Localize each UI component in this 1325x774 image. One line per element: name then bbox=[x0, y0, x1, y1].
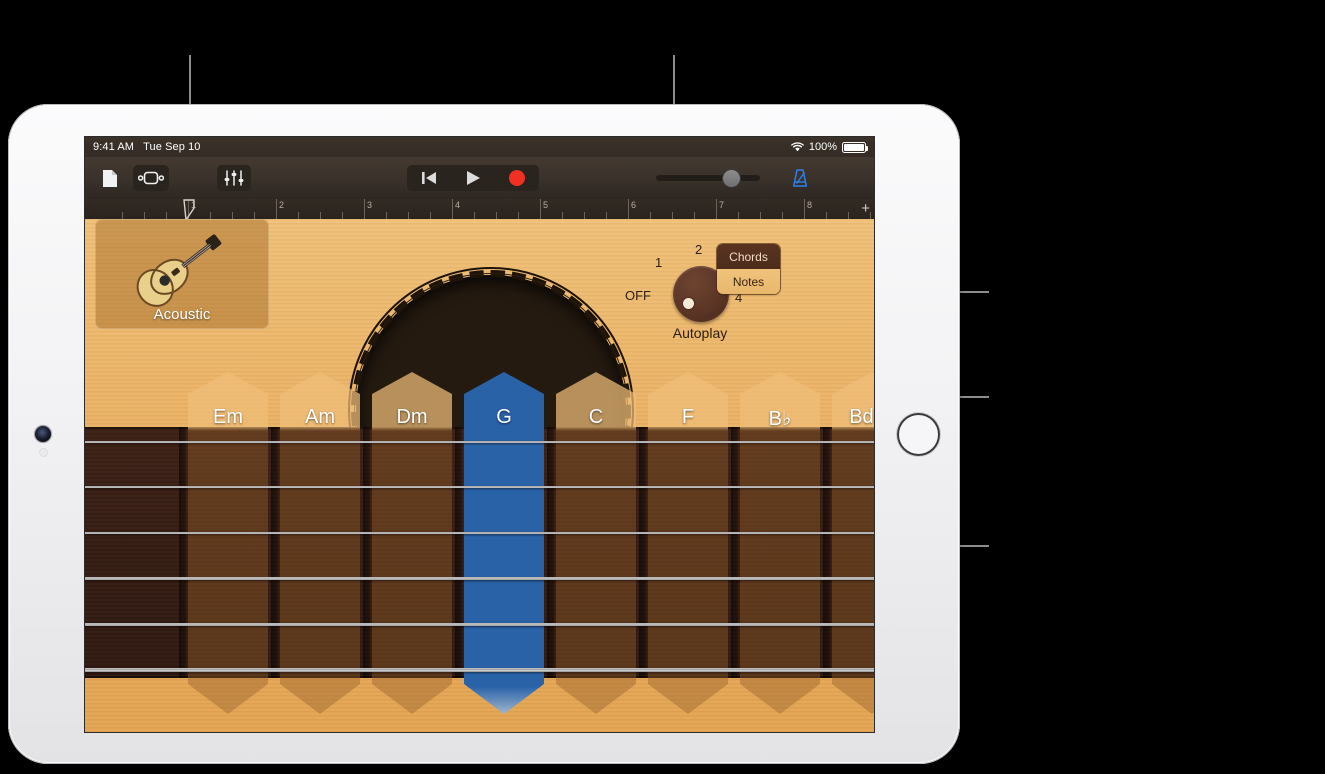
ruler-tick bbox=[166, 212, 167, 219]
front-camera-icon bbox=[35, 426, 51, 442]
screenshot-root: 9:41 AM Tue Sep 10 100% 1 2 3 4 5 6 7 8 … bbox=[0, 0, 1325, 774]
chord-label: Am bbox=[305, 406, 335, 428]
ruler-tick bbox=[408, 212, 409, 219]
ruler-tick bbox=[254, 212, 255, 219]
ruler-tick bbox=[298, 212, 299, 219]
ruler-tick bbox=[474, 212, 475, 219]
fret-line bbox=[455, 427, 462, 678]
transport-controls bbox=[407, 165, 539, 191]
ambient-sensor-icon bbox=[40, 449, 47, 456]
fret-line bbox=[179, 427, 186, 678]
fret-line bbox=[731, 427, 738, 678]
ruler-tick bbox=[562, 212, 563, 219]
track-view-icon[interactable] bbox=[133, 165, 169, 191]
ruler-bar-line bbox=[452, 199, 453, 219]
ruler-tick bbox=[694, 212, 695, 219]
fret-line bbox=[547, 427, 554, 678]
chord-label: Em bbox=[213, 406, 243, 428]
ruler-tick bbox=[430, 212, 431, 219]
battery-icon bbox=[842, 141, 868, 153]
ruler-tick bbox=[584, 212, 585, 219]
ruler-tick bbox=[232, 212, 233, 219]
document-icon[interactable] bbox=[95, 165, 125, 191]
ruler-bar-number: 8 bbox=[807, 200, 813, 210]
guitar-string-1[interactable] bbox=[85, 441, 874, 443]
ruler-tick bbox=[496, 212, 497, 219]
ruler-tick bbox=[210, 212, 211, 219]
ruler-bar-line bbox=[628, 199, 629, 219]
guitar-string-6[interactable] bbox=[85, 668, 874, 673]
home-button[interactable] bbox=[897, 413, 940, 456]
status-date: Tue Sep 10 bbox=[143, 141, 201, 153]
mixer-sliders-icon[interactable] bbox=[217, 165, 251, 191]
ruler-bar-number: 7 bbox=[719, 200, 725, 210]
chord-label: C bbox=[588, 406, 604, 428]
ruler-tick bbox=[672, 212, 673, 219]
ruler-bar-number: 2 bbox=[279, 200, 285, 210]
ipad-screen: 9:41 AM Tue Sep 10 100% 1 2 3 4 5 6 7 8 … bbox=[85, 137, 874, 732]
record-icon[interactable] bbox=[495, 165, 539, 191]
guitar-instrument-area: Acoustic OFF 1 2 3 4 Autoplay Chords Not… bbox=[85, 219, 874, 732]
fret-line bbox=[271, 427, 278, 678]
ruler-tick bbox=[342, 212, 343, 219]
status-bar-left: 9:41 AM Tue Sep 10 bbox=[93, 141, 201, 153]
battery-percent: 100% bbox=[808, 141, 837, 153]
rewind-to-start-icon[interactable] bbox=[407, 165, 451, 191]
ruler-tick bbox=[606, 212, 607, 219]
ruler-tick bbox=[144, 212, 145, 219]
wifi-icon bbox=[791, 142, 804, 152]
ruler-bar-line bbox=[540, 199, 541, 219]
chord-label: Bdim bbox=[849, 406, 874, 428]
guitar-string-5[interactable] bbox=[85, 622, 874, 627]
ruler-tick bbox=[518, 212, 519, 219]
volume-slider-knob[interactable] bbox=[723, 170, 740, 187]
timeline-ruler[interactable]: 12345678 + bbox=[85, 199, 874, 219]
ruler-tick bbox=[386, 212, 387, 219]
plus-icon[interactable]: + bbox=[861, 201, 870, 216]
fret-line bbox=[639, 427, 646, 678]
ruler-tick bbox=[870, 212, 871, 219]
volume-slider-track[interactable] bbox=[656, 175, 760, 181]
ruler-bar-number: 5 bbox=[543, 200, 549, 210]
ruler-bar-line bbox=[276, 199, 277, 219]
guitar-string-4[interactable] bbox=[85, 577, 874, 581]
toolbar: ? bbox=[85, 157, 874, 199]
ruler-tick bbox=[826, 212, 827, 219]
fret-line bbox=[823, 427, 830, 678]
ruler-bar-line bbox=[364, 199, 365, 219]
chord-label: Dm bbox=[396, 406, 428, 428]
ruler-tick bbox=[738, 212, 739, 219]
chord-label: F bbox=[681, 406, 695, 428]
ruler-tick bbox=[320, 212, 321, 219]
ruler-bar-number: 6 bbox=[631, 200, 637, 210]
guitar-string-2[interactable] bbox=[85, 486, 874, 489]
chord-strip-and-fretboard: Em Am Dm G C F B♭ Bdim bbox=[85, 219, 874, 732]
ruler-tick bbox=[650, 212, 651, 219]
status-bar: 9:41 AM Tue Sep 10 100% bbox=[85, 137, 874, 157]
metronome-icon[interactable] bbox=[785, 165, 815, 191]
fret-line bbox=[363, 427, 370, 678]
chord-label: B♭ bbox=[768, 408, 792, 430]
ruler-bar-line bbox=[804, 199, 805, 219]
ruler-bar-number: 3 bbox=[367, 200, 373, 210]
ruler-bar-line bbox=[716, 199, 717, 219]
ruler-tick bbox=[122, 212, 123, 219]
ruler-tick bbox=[848, 212, 849, 219]
ruler-tick bbox=[760, 212, 761, 219]
status-time: 9:41 AM bbox=[93, 141, 135, 153]
guitar-string-3[interactable] bbox=[85, 531, 874, 535]
play-icon[interactable] bbox=[451, 165, 495, 191]
status-bar-right: 100% bbox=[791, 141, 868, 153]
ruler-bar-number: 4 bbox=[455, 200, 461, 210]
ruler-tick bbox=[782, 212, 783, 219]
chord-label: G bbox=[496, 406, 512, 428]
playhead-icon[interactable] bbox=[182, 199, 200, 219]
